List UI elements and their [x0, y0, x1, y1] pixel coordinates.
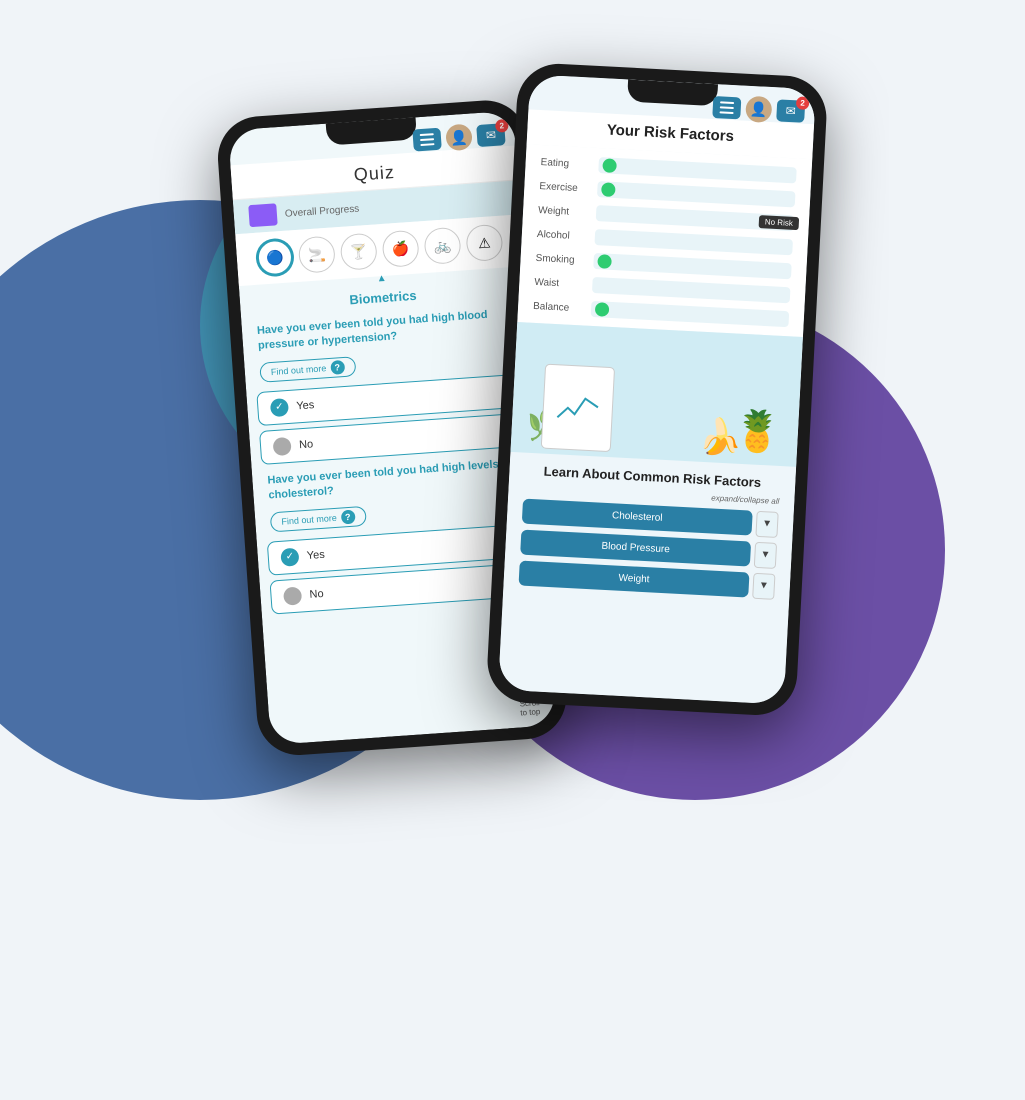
find-out-more-2-label: Find out more	[281, 512, 337, 526]
weight-accordion-arrow[interactable]: ▼	[752, 573, 775, 600]
progress-indicator	[248, 203, 277, 227]
help-icon-2: ?	[340, 509, 355, 524]
right-phone-screen: 👤 ✉ 2 Your Risk Factors Eating	[498, 74, 816, 704]
right-avatar[interactable]: 👤	[745, 96, 772, 123]
risk-factors-list: Eating Exercise Weight	[517, 144, 812, 337]
risk-dot-balance	[594, 302, 609, 317]
right-phone-header: 👤 ✉ 2	[712, 94, 805, 125]
radio-q1-no	[272, 437, 291, 456]
hamburger-icon	[419, 133, 434, 146]
cholesterol-accordion-arrow[interactable]: ▼	[755, 511, 778, 538]
answer-q1-no-label: No	[298, 438, 313, 451]
cat-bike-icon[interactable]: 🚲	[423, 227, 461, 265]
cat-smoke-icon[interactable]: 🚬	[297, 235, 335, 273]
cat-apple-icon[interactable]: 🍎	[381, 230, 419, 268]
phones-container: 👤 ✉ 2 Quiz Overall Progress 🔵 🚬	[0, 50, 1025, 1100]
risk-label-weight: Weight	[537, 204, 588, 218]
risk-label-eating: Eating	[540, 157, 591, 171]
answer-q1-yes-label: Yes	[295, 399, 314, 412]
cat-warning-icon[interactable]: ⚠	[465, 224, 503, 262]
left-mail-badge: 2	[494, 119, 508, 133]
risk-label-exercise: Exercise	[539, 181, 590, 195]
risk-label-waist: Waist	[534, 276, 585, 290]
risk-label-alcohol: Alcohol	[536, 228, 587, 242]
radio-q2-no	[282, 586, 301, 605]
left-mail-button[interactable]: ✉ 2	[476, 123, 505, 147]
progress-label: Overall Progress	[284, 203, 359, 219]
learn-section: Learn About Common Risk Factors expand/c…	[502, 452, 795, 616]
left-menu-button[interactable]	[412, 128, 441, 152]
right-mail-button[interactable]: ✉ 2	[776, 99, 805, 122]
risk-dot-smoking	[597, 254, 612, 269]
right-menu-button[interactable]	[712, 96, 741, 119]
find-out-more-1-label: Find out more	[270, 363, 326, 377]
phone-right: 👤 ✉ 2 Your Risk Factors Eating	[485, 62, 828, 717]
clipboard-icon	[540, 364, 614, 453]
weight-accordion-button[interactable]: Weight	[518, 561, 749, 598]
help-icon-1: ?	[329, 360, 344, 375]
check-icon-q1-yes: ✓	[269, 398, 288, 417]
risk-label-balance: Balance	[532, 300, 583, 314]
risk-label-smoking: Smoking	[535, 252, 586, 266]
risk-dot-exercise	[601, 182, 616, 197]
left-avatar[interactable]: 👤	[445, 124, 473, 152]
find-out-more-2-button[interactable]: Find out more ?	[269, 505, 366, 532]
check-icon-q2-yes: ✓	[280, 547, 299, 566]
find-out-more-1-button[interactable]: Find out more ?	[259, 356, 356, 383]
answer-q2-no-label: No	[309, 588, 324, 601]
health-image-section: 🌿 🍌 🍍	[510, 322, 802, 467]
right-hamburger-icon	[719, 101, 734, 114]
cat-biometrics-icon[interactable]: 🔵	[255, 238, 293, 276]
no-risk-badge: No Risk	[758, 215, 799, 230]
risk-dot-eating	[602, 158, 617, 173]
right-screen-content: Your Risk Factors Eating Exercise	[498, 74, 816, 704]
cat-drink-icon[interactable]: 🍸	[339, 232, 377, 270]
answer-q2-yes-label: Yes	[306, 548, 325, 561]
blood-pressure-accordion-arrow[interactable]: ▼	[753, 542, 776, 569]
risk-bar-balance	[590, 301, 789, 327]
right-mail-badge: 2	[795, 96, 809, 110]
pineapple-icon: 🍍	[731, 407, 783, 457]
